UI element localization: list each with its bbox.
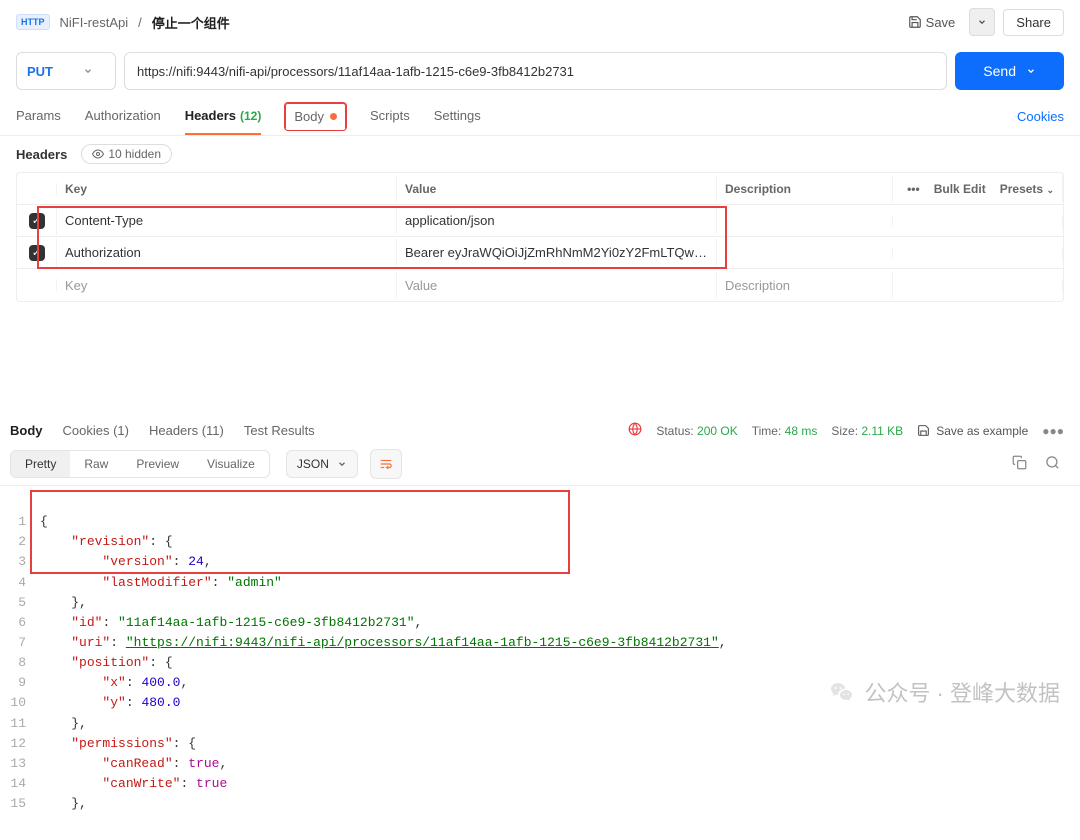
save-dropdown[interactable] bbox=[969, 8, 995, 36]
copy-icon[interactable] bbox=[1012, 455, 1027, 473]
value-input[interactable]: Value bbox=[397, 272, 717, 299]
http-badge-icon: HTTP bbox=[16, 14, 50, 30]
header-key[interactable]: Content-Type bbox=[57, 207, 397, 234]
network-icon[interactable] bbox=[628, 422, 642, 439]
bulk-edit-button[interactable]: Bulk Edit bbox=[934, 182, 986, 196]
key-input[interactable]: Key bbox=[57, 272, 397, 299]
chevron-down-icon bbox=[83, 66, 93, 76]
desc-input[interactable]: Description bbox=[717, 272, 893, 299]
save-button[interactable]: Save bbox=[902, 11, 962, 34]
request-tabs-row: Params Authorization Headers (12) Body S… bbox=[0, 98, 1080, 136]
request-row: PUT Send bbox=[0, 44, 1080, 98]
topbar: HTTP NiFI-restApi / 停止一个组件 Save Share bbox=[0, 0, 1080, 44]
cookies-link[interactable]: Cookies bbox=[1017, 109, 1064, 124]
checkbox-icon[interactable]: ✓ bbox=[29, 213, 45, 229]
time-block: Time: 48 ms bbox=[752, 424, 818, 438]
headers-label: Headers bbox=[16, 147, 67, 162]
url-input[interactable] bbox=[124, 52, 947, 90]
header-desc[interactable] bbox=[717, 247, 893, 259]
code-block[interactable]: 1{ 2 "revision": { 3 "version": 24, 4 "l… bbox=[0, 486, 1080, 840]
tab-headers-label: Headers bbox=[185, 108, 236, 123]
save-example-label: Save as example bbox=[936, 424, 1028, 438]
search-icon[interactable] bbox=[1045, 455, 1060, 473]
send-button[interactable]: Send bbox=[955, 52, 1064, 90]
hidden-headers-toggle[interactable]: 10 hidden bbox=[81, 144, 172, 164]
col-description: Description bbox=[717, 176, 893, 202]
tab-body-label: Body bbox=[294, 109, 324, 124]
breadcrumb-workspace[interactable]: NiFI-restApi bbox=[60, 15, 129, 30]
view-pretty[interactable]: Pretty bbox=[11, 451, 70, 477]
response-meta: Status: 200 OK Time: 48 ms Size: 2.11 KB… bbox=[628, 422, 1064, 439]
status-value: 200 OK bbox=[697, 424, 738, 438]
save-label: Save bbox=[926, 15, 956, 30]
header-key[interactable]: Authorization bbox=[57, 239, 397, 266]
breadcrumb-sep: / bbox=[138, 15, 142, 30]
size-value: 2.11 KB bbox=[861, 424, 903, 438]
view-raw[interactable]: Raw bbox=[70, 451, 122, 477]
size-block: Size: 2.11 KB bbox=[831, 424, 903, 438]
table-header: Key Value Description ••• Bulk Edit Pres… bbox=[17, 173, 1063, 205]
headers-table: Key Value Description ••• Bulk Edit Pres… bbox=[16, 172, 1064, 302]
chevron-down-icon bbox=[977, 17, 987, 27]
breadcrumb: HTTP NiFI-restApi / 停止一个组件 bbox=[16, 13, 230, 32]
tab-settings[interactable]: Settings bbox=[434, 98, 481, 135]
save-icon bbox=[908, 15, 922, 29]
resp-tab-body[interactable]: Body bbox=[10, 423, 43, 438]
presets-button[interactable]: Presets ⌄ bbox=[1000, 182, 1054, 196]
method-label: PUT bbox=[27, 64, 53, 79]
tab-authorization[interactable]: Authorization bbox=[85, 98, 161, 135]
resp-tab-tests[interactable]: Test Results bbox=[244, 423, 315, 438]
wrap-icon bbox=[378, 457, 394, 471]
save-as-example-button[interactable]: Save as example bbox=[917, 424, 1028, 438]
method-select[interactable]: PUT bbox=[16, 52, 116, 90]
tab-params[interactable]: Params bbox=[16, 98, 61, 135]
col-key: Key bbox=[57, 176, 397, 202]
table-row-new[interactable]: Key Value Description bbox=[17, 269, 1063, 301]
body-indicator-icon bbox=[330, 113, 337, 120]
checkbox-icon[interactable]: ✓ bbox=[29, 245, 45, 261]
view-preview[interactable]: Preview bbox=[122, 451, 193, 477]
top-actions: Save Share bbox=[902, 8, 1064, 36]
breadcrumb-current: 停止一个组件 bbox=[152, 13, 230, 32]
hidden-count-label: 10 hidden bbox=[108, 147, 161, 161]
format-dropdown[interactable]: JSON bbox=[286, 450, 358, 478]
header-value[interactable]: Bearer eyJraWQiOiJjZmRhNmM2Yi0zY2FmLTQwY… bbox=[397, 239, 717, 266]
send-label: Send bbox=[983, 63, 1016, 79]
view-right-actions bbox=[1012, 455, 1070, 473]
chevron-down-icon bbox=[337, 459, 347, 469]
eye-icon bbox=[92, 148, 104, 160]
tab-scripts[interactable]: Scripts bbox=[370, 98, 410, 135]
save-icon bbox=[917, 424, 930, 437]
globe-icon bbox=[628, 422, 642, 436]
format-label: JSON bbox=[297, 457, 329, 471]
header-value[interactable]: application/json bbox=[397, 207, 717, 234]
response-area: Body Cookies (1) Headers (11) Test Resul… bbox=[0, 412, 1080, 840]
response-tabs: Body Cookies (1) Headers (11) Test Resul… bbox=[10, 423, 315, 438]
wrap-lines-button[interactable] bbox=[370, 449, 402, 479]
resp-tab-cookies[interactable]: Cookies (1) bbox=[63, 423, 129, 438]
time-value: 48 ms bbox=[785, 424, 818, 438]
share-button[interactable]: Share bbox=[1003, 9, 1064, 36]
chevron-down-icon bbox=[1026, 66, 1036, 76]
tab-body[interactable]: Body bbox=[285, 103, 346, 130]
col-value: Value bbox=[397, 176, 717, 202]
resp-tab-headers[interactable]: Headers (11) bbox=[149, 423, 224, 438]
view-visualize[interactable]: Visualize bbox=[193, 451, 269, 477]
header-desc[interactable] bbox=[717, 215, 893, 227]
request-tabs: Params Authorization Headers (12) Body S… bbox=[16, 98, 481, 135]
headers-subheader: Headers 10 hidden bbox=[0, 136, 1080, 172]
status-block: Status: 200 OK bbox=[656, 424, 737, 438]
view-segment: Pretty Raw Preview Visualize bbox=[10, 450, 270, 478]
table-row[interactable]: ✓ Content-Type application/json bbox=[17, 205, 1063, 237]
tab-headers-count: (12) bbox=[240, 109, 261, 123]
table-row[interactable]: ✓ Authorization Bearer eyJraWQiOiJjZmRhN… bbox=[17, 237, 1063, 269]
response-tabs-row: Body Cookies (1) Headers (11) Test Resul… bbox=[0, 412, 1080, 443]
more-icon[interactable]: ●●● bbox=[1042, 424, 1064, 438]
more-icon[interactable]: ••• bbox=[907, 182, 920, 196]
table-actions: ••• Bulk Edit Presets ⌄ bbox=[893, 176, 1063, 202]
response-code: 1{ 2 "revision": { 3 "version": 24, 4 "l… bbox=[0, 486, 1080, 840]
tab-headers[interactable]: Headers (12) bbox=[185, 98, 262, 135]
view-toggle: Pretty Raw Preview Visualize JSON bbox=[0, 443, 1080, 486]
